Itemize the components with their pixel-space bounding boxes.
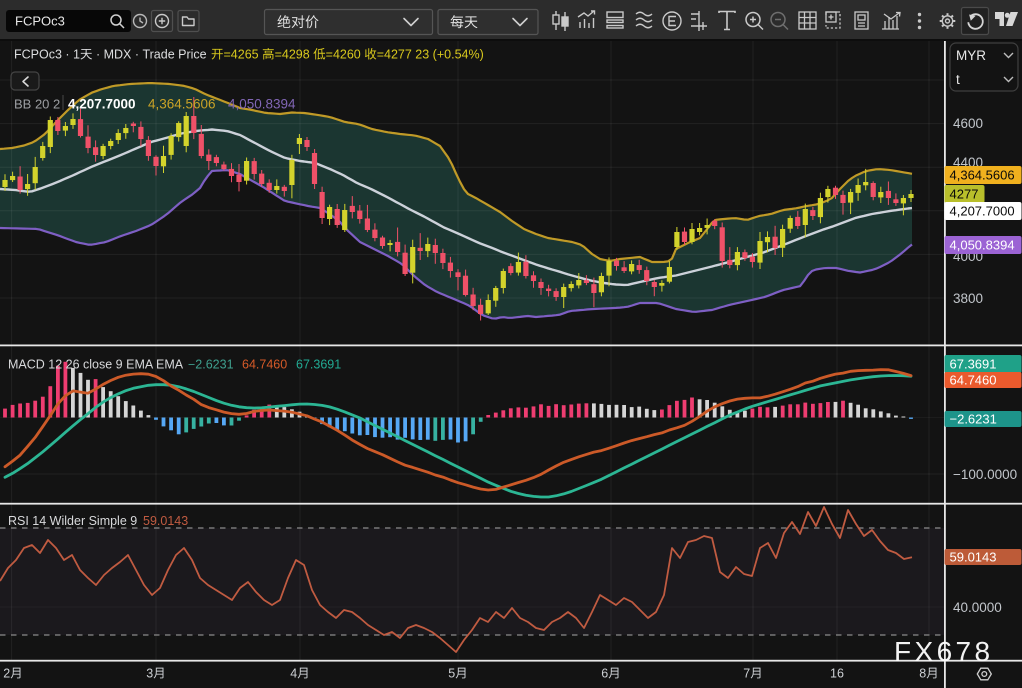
svg-text:4277: 4277 (950, 187, 979, 202)
svg-text:6: 6 (601, 667, 608, 681)
svg-text:7: 7 (743, 667, 750, 681)
svg-text:59.0143: 59.0143 (143, 514, 188, 528)
svg-text:FCPOc3: FCPOc3 (15, 14, 65, 29)
svg-text:MACD 12 26 close 9 EMA EMA: MACD 12 26 close 9 EMA EMA (8, 358, 184, 372)
svg-text:5: 5 (448, 667, 455, 681)
svg-text:BB 20 2: BB 20 2 (14, 97, 60, 112)
svg-text:−100.0000: −100.0000 (953, 467, 1017, 482)
svg-text:40.0000: 40.0000 (953, 600, 1002, 615)
svg-text:4,207.7000: 4,207.7000 (950, 204, 1015, 219)
svg-text:8: 8 (919, 667, 926, 681)
svg-text:16: 16 (830, 667, 844, 681)
svg-text:67.3691: 67.3691 (296, 358, 341, 372)
svg-text:RSI 14 Wilder Simple 9: RSI 14 Wilder Simple 9 (8, 514, 137, 528)
svg-text:MYR: MYR (956, 48, 986, 63)
svg-text:4: 4 (290, 667, 297, 681)
svg-text:4600: 4600 (953, 116, 983, 131)
svg-text:64.7460: 64.7460 (242, 358, 287, 372)
svg-text:−2.6231: −2.6231 (950, 412, 997, 427)
svg-text:· MDX · Trade Price: · MDX · Trade Price (92, 48, 206, 62)
svg-text:=4277 23 (+0.54%): =4277 23 (+0.54%) (377, 48, 484, 62)
svg-text:FX678: FX678 (894, 636, 994, 667)
svg-text:−2.6231: −2.6231 (188, 358, 234, 372)
svg-text:t: t (956, 72, 960, 87)
svg-text:4,050.8394: 4,050.8394 (950, 238, 1015, 253)
svg-text:4,050.8394: 4,050.8394 (228, 97, 296, 112)
svg-text:2: 2 (3, 667, 10, 681)
svg-text:FCPOc3 · 1: FCPOc3 · 1 (14, 48, 80, 62)
svg-text:4,364.5606: 4,364.5606 (950, 168, 1015, 183)
svg-text:=4260: =4260 (326, 48, 361, 62)
svg-text:3: 3 (146, 667, 153, 681)
svg-text:3800: 3800 (953, 291, 983, 306)
svg-text:4,364.5606: 4,364.5606 (148, 97, 216, 112)
svg-text:4,207.7000: 4,207.7000 (68, 97, 136, 112)
svg-text:67.3691: 67.3691 (950, 357, 997, 372)
svg-text:59.0143: 59.0143 (950, 550, 997, 565)
svg-text:=4298: =4298 (275, 48, 310, 62)
svg-text:=4265: =4265 (224, 48, 259, 62)
svg-text:64.7460: 64.7460 (950, 373, 997, 388)
